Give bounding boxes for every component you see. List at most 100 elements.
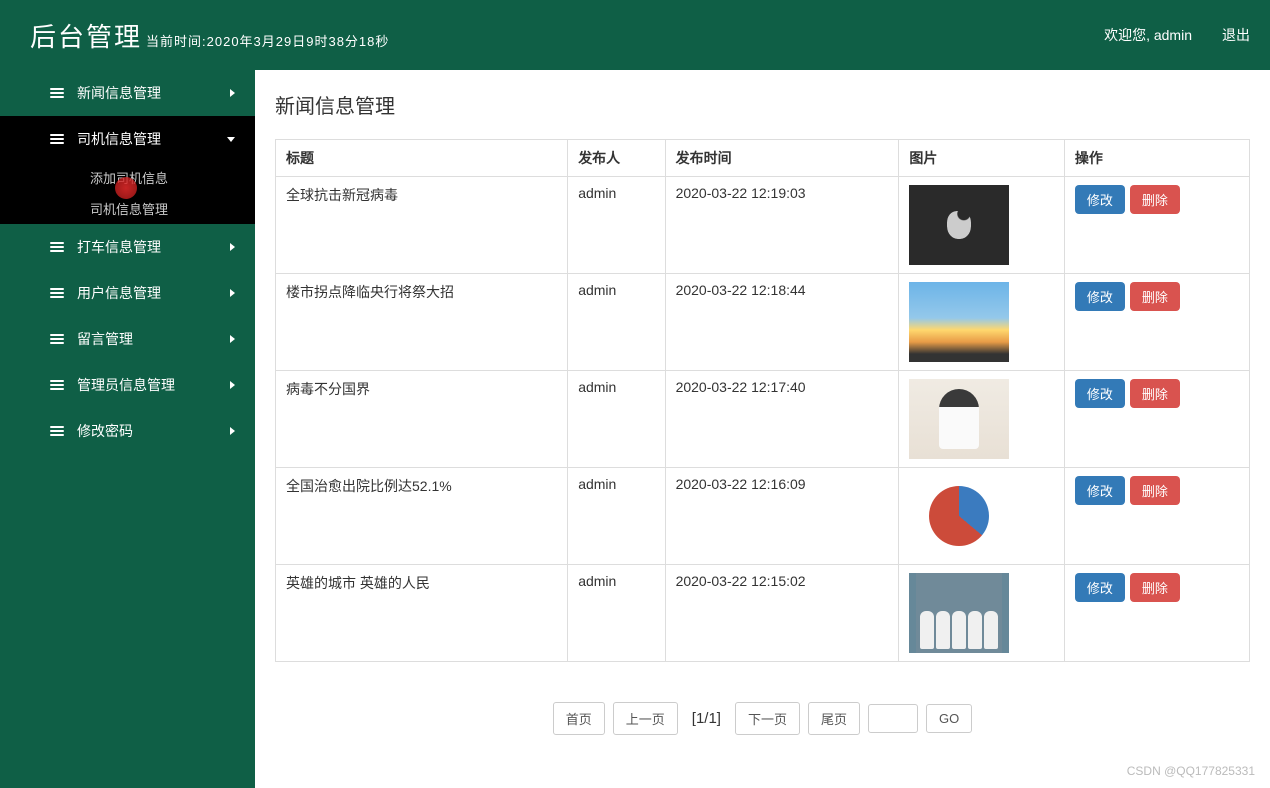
sidebar: 新闻信息管理 司机信息管理 添加司机信息 司机信息管理 打车信息管理 [0,70,255,788]
page-input[interactable] [868,704,918,733]
prev-page-button[interactable]: 上一页 [613,702,678,735]
delete-button[interactable]: 删除 [1130,379,1180,408]
stack-icon [50,426,64,436]
cell-title: 全国治愈出院比例达52.1% [276,468,568,565]
table-row: 全球抗击新冠病毒admin2020-03-22 12:19:03 修改删除 [276,177,1250,274]
edit-button[interactable]: 修改 [1075,476,1125,505]
sidebar-item-ride[interactable]: 打车信息管理 [0,224,255,270]
cell-title: 英雄的城市 英雄的人民 [276,565,568,662]
thumbnail [909,476,1009,556]
stack-icon [50,88,64,98]
cell-publisher: admin [568,565,665,662]
news-table: 标题 发布人 发布时间 图片 操作 全球抗击新冠病毒admin2020-03-2… [275,139,1250,662]
cell-time: 2020-03-22 12:16:09 [665,468,899,565]
sidebar-item-label: 打车信息管理 [77,237,161,257]
header-right: 欢迎您, admin 退出 [1104,25,1250,45]
cell-image [899,565,1065,662]
page-info: [1/1] [686,710,727,727]
thumbnail [909,185,1009,265]
stack-icon [50,288,64,298]
submenu: 添加司机信息 司机信息管理 [0,162,255,224]
stack-icon [50,134,64,144]
th-publisher: 发布人 [568,140,665,177]
table-header-row: 标题 发布人 发布时间 图片 操作 [276,140,1250,177]
current-time: 当前时间:2020年3月29日9时38分18秒 [146,31,389,50]
page-title: 新闻信息管理 [275,90,1250,119]
pagination: 首页 上一页 [1/1] 下一页 尾页 GO [275,702,1250,735]
cell-action: 修改删除 [1064,565,1249,662]
chevron-right-icon [230,289,235,297]
cell-action: 修改删除 [1064,274,1249,371]
cell-action: 修改删除 [1064,371,1249,468]
chevron-down-icon [227,137,235,142]
cell-publisher: admin [568,177,665,274]
cell-time: 2020-03-22 12:15:02 [665,565,899,662]
go-button[interactable]: GO [926,704,972,733]
sidebar-item-message[interactable]: 留言管理 [0,316,255,362]
header: 后台管理 当前时间:2020年3月29日9时38分18秒 欢迎您, admin … [0,0,1270,70]
cell-time: 2020-03-22 12:17:40 [665,371,899,468]
edit-button[interactable]: 修改 [1075,573,1125,602]
cell-title: 楼市拐点降临央行将祭大招 [276,274,568,371]
cell-publisher: admin [568,274,665,371]
cell-time: 2020-03-22 12:18:44 [665,274,899,371]
cell-image [899,177,1065,274]
cell-action: 修改删除 [1064,468,1249,565]
first-page-button[interactable]: 首页 [553,702,605,735]
chevron-right-icon [230,381,235,389]
cell-image [899,274,1065,371]
next-page-button[interactable]: 下一页 [735,702,800,735]
table-row: 楼市拐点降临央行将祭大招admin2020-03-22 12:18:44 修改删除 [276,274,1250,371]
stack-icon [50,242,64,252]
last-page-button[interactable]: 尾页 [808,702,860,735]
stack-icon [50,334,64,344]
cell-title: 全球抗击新冠病毒 [276,177,568,274]
logout-link[interactable]: 退出 [1222,25,1250,45]
cell-time: 2020-03-22 12:19:03 [665,177,899,274]
cell-image [899,468,1065,565]
sidebar-item-label: 新闻信息管理 [77,83,161,103]
sidebar-item-label: 留言管理 [77,329,133,349]
th-title: 标题 [276,140,568,177]
cell-publisher: admin [568,371,665,468]
delete-button[interactable]: 删除 [1130,573,1180,602]
thumbnail [909,573,1009,653]
sidebar-item-password[interactable]: 修改密码 [0,408,255,454]
header-left: 后台管理 当前时间:2020年3月29日9时38分18秒 [30,17,389,54]
chevron-right-icon [230,427,235,435]
edit-button[interactable]: 修改 [1075,185,1125,214]
edit-button[interactable]: 修改 [1075,379,1125,408]
table-row: 英雄的城市 英雄的人民admin2020-03-22 12:15:02 修改删除 [276,565,1250,662]
chevron-right-icon [230,243,235,251]
table-row: 全国治愈出院比例达52.1%admin2020-03-22 12:16:09 修改… [276,468,1250,565]
sidebar-item-news[interactable]: 新闻信息管理 [0,70,255,116]
sidebar-item-driver[interactable]: 司机信息管理 [0,116,255,162]
th-action: 操作 [1064,140,1249,177]
thumbnail [909,282,1009,362]
sidebar-item-label: 管理员信息管理 [77,375,175,395]
thumbnail [909,379,1009,459]
sidebar-item-label: 用户信息管理 [77,283,161,303]
stack-icon [50,380,64,390]
sidebar-item-user[interactable]: 用户信息管理 [0,270,255,316]
chevron-right-icon [230,335,235,343]
welcome-text: 欢迎您, admin [1104,25,1192,45]
sidebar-item-label: 司机信息管理 [77,129,161,149]
cell-action: 修改删除 [1064,177,1249,274]
delete-button[interactable]: 删除 [1130,185,1180,214]
edit-button[interactable]: 修改 [1075,282,1125,311]
app-title: 后台管理 [30,17,142,54]
sidebar-item-label: 修改密码 [77,421,133,441]
cell-publisher: admin [568,468,665,565]
cell-title: 病毒不分国界 [276,371,568,468]
submenu-item-add-driver[interactable]: 添加司机信息 [0,162,255,193]
delete-button[interactable]: 删除 [1130,282,1180,311]
submenu-item-driver-manage[interactable]: 司机信息管理 [0,193,255,224]
cell-image [899,371,1065,468]
delete-button[interactable]: 删除 [1130,476,1180,505]
table-row: 病毒不分国界admin2020-03-22 12:17:40 修改删除 [276,371,1250,468]
sidebar-item-admin[interactable]: 管理员信息管理 [0,362,255,408]
th-time: 发布时间 [665,140,899,177]
chevron-right-icon [230,89,235,97]
main-content: 新闻信息管理 标题 发布人 发布时间 图片 操作 全球抗击新冠病毒admin20… [255,70,1270,788]
